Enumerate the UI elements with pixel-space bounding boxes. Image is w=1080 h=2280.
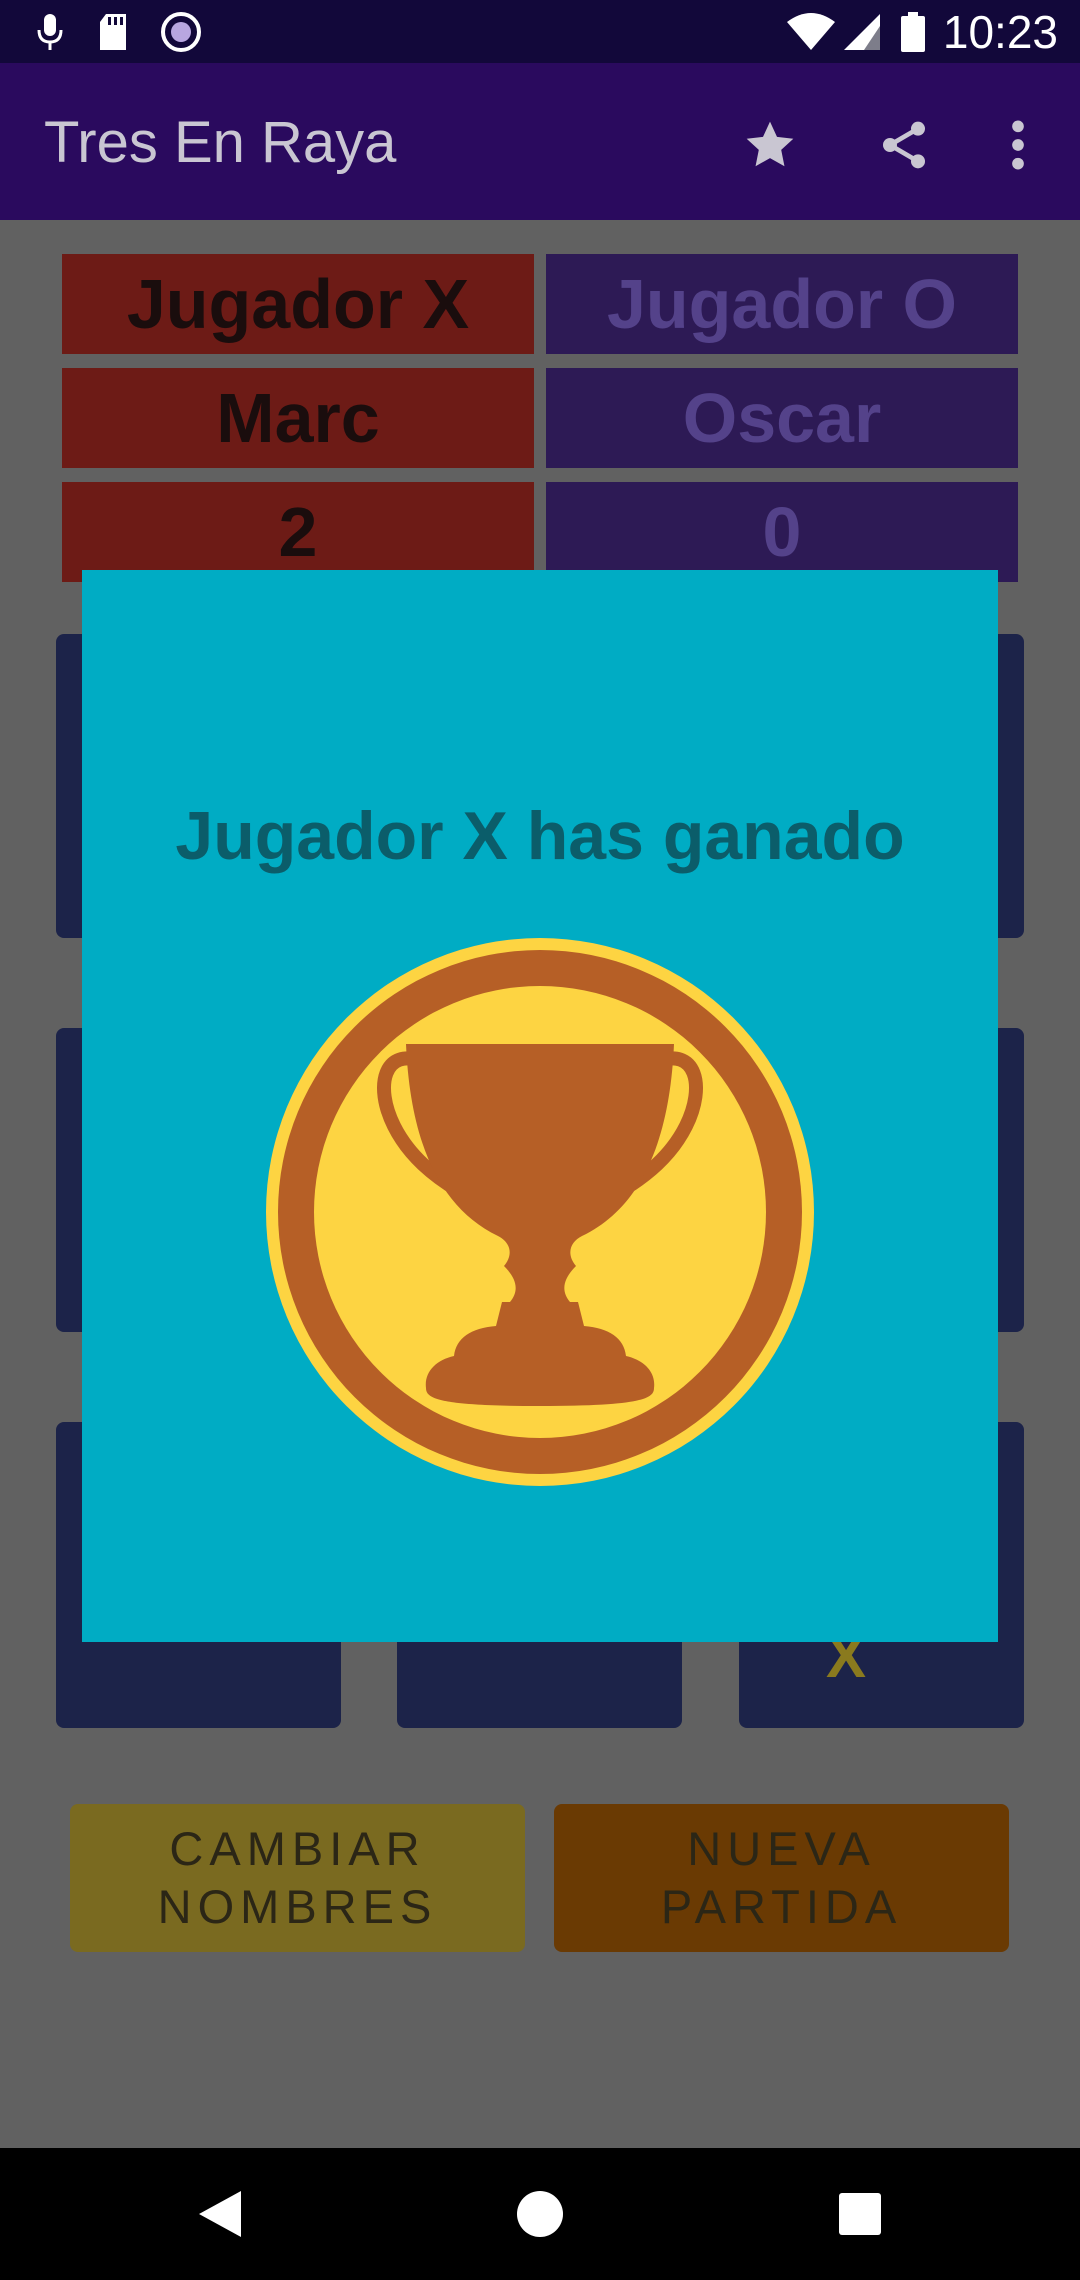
- player-o-label: Jugador O: [546, 254, 1018, 354]
- wifi-icon: [786, 10, 836, 54]
- mic-icon: [36, 10, 64, 54]
- player-x-score: 2: [62, 482, 534, 582]
- player-o-name: Oscar: [546, 368, 1018, 468]
- app-title: Tres En Raya: [44, 110, 397, 175]
- app-bar: Tres En Raya: [0, 63, 1080, 220]
- clock: 10:23: [942, 6, 1058, 58]
- recents-icon[interactable]: [830, 2184, 890, 2244]
- player-x-label: Jugador X: [62, 254, 534, 354]
- back-icon[interactable]: [190, 2184, 250, 2244]
- trophy-icon: [264, 936, 816, 1488]
- overflow-menu-icon[interactable]: [986, 113, 1050, 177]
- signal-icon: [842, 10, 882, 54]
- change-names-button[interactable]: CAMBIAR NOMBRES: [70, 1804, 525, 1952]
- home-icon[interactable]: [510, 2184, 570, 2244]
- star-icon[interactable]: [738, 113, 802, 177]
- player-x-name: Marc: [62, 368, 534, 468]
- winner-dialog[interactable]: Jugador X has ganado: [82, 570, 998, 1642]
- player-o-score: 0: [546, 482, 1018, 582]
- new-game-button[interactable]: NUEVA PARTIDA: [554, 1804, 1009, 1952]
- share-icon[interactable]: [872, 113, 936, 177]
- navigation-bar: [0, 2148, 1080, 2280]
- status-bar: 10:23: [0, 0, 1080, 63]
- battery-icon: [900, 10, 926, 54]
- winner-message: Jugador X has ganado: [175, 798, 905, 874]
- record-icon: [160, 10, 202, 54]
- sd-card-icon: [96, 10, 130, 54]
